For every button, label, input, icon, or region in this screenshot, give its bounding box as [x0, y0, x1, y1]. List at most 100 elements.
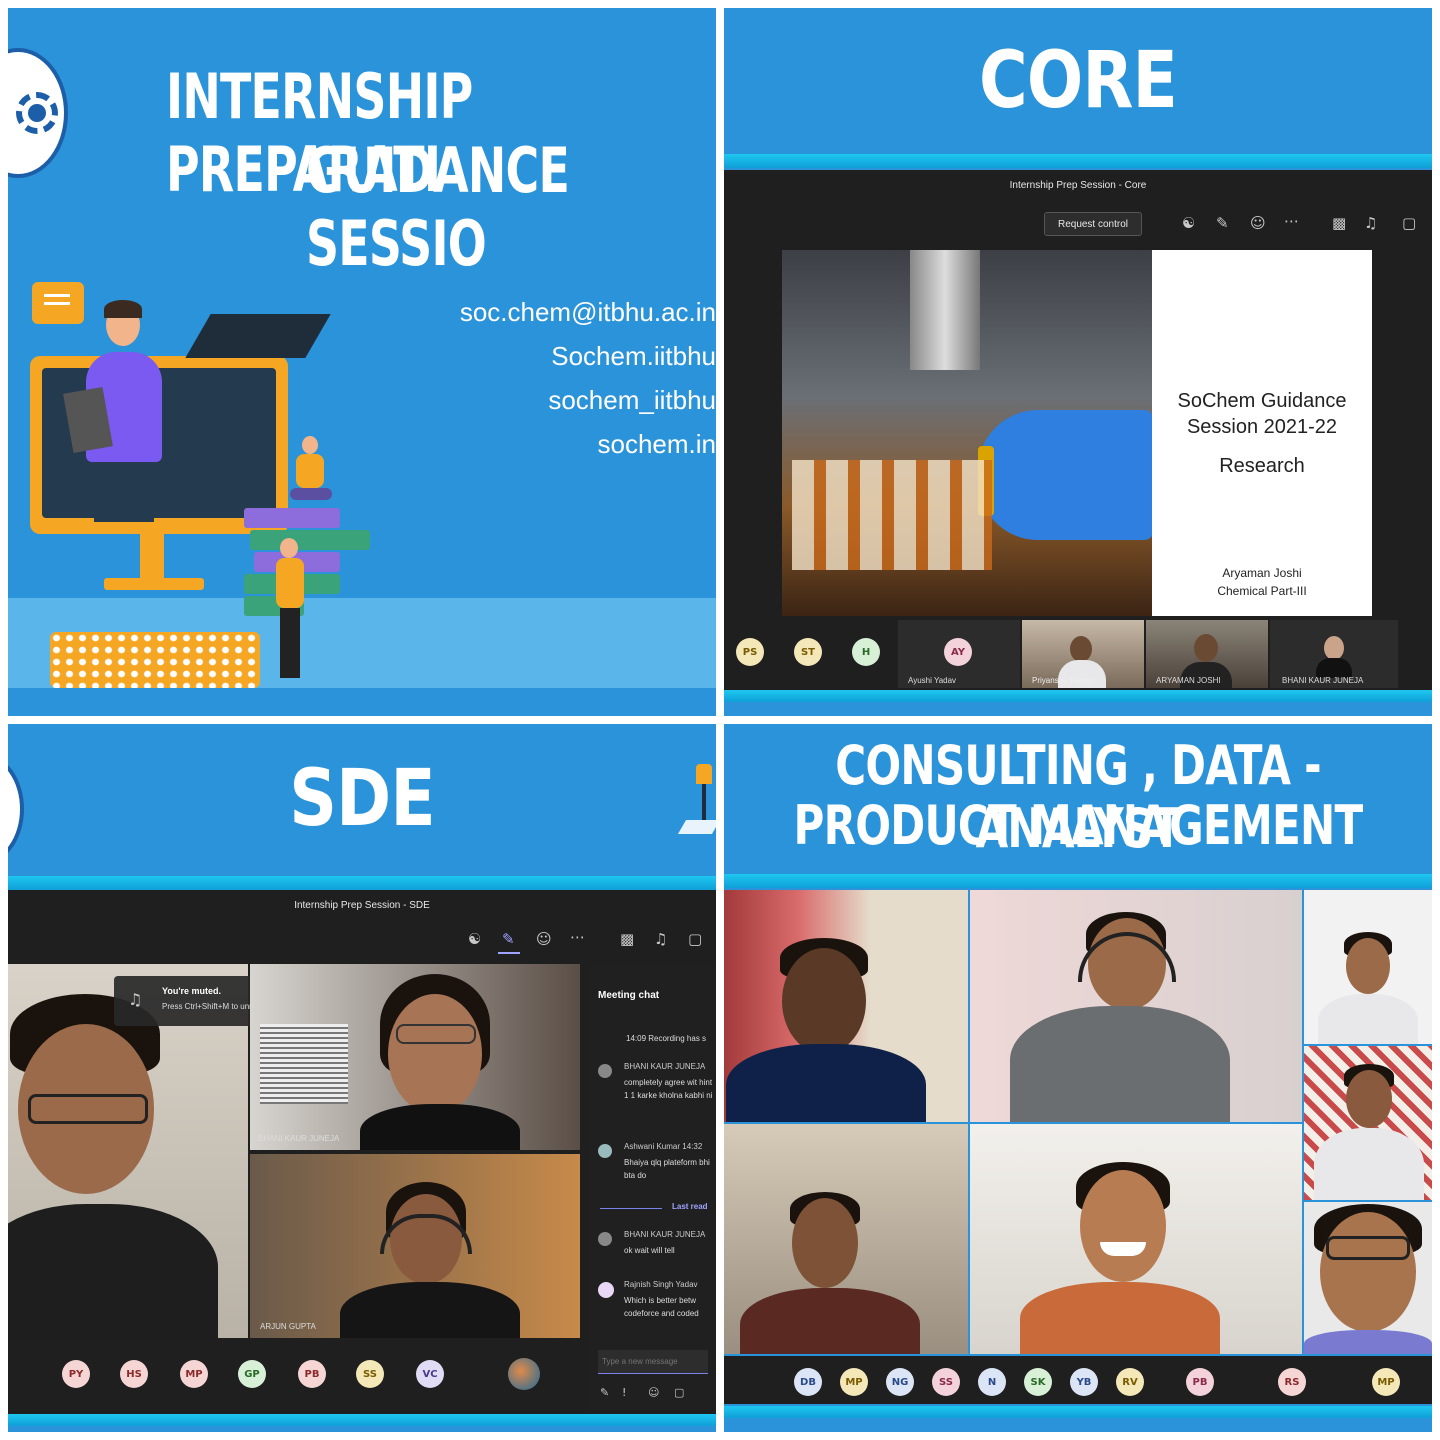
chat-author: Rajnish Singh Yadav	[624, 1280, 698, 1289]
participant-avatar[interactable]: SK	[1024, 1368, 1052, 1396]
participant-tile[interactable]: Priyanshu Ranjan	[1022, 620, 1144, 688]
participant-avatar[interactable]: RS	[1278, 1368, 1306, 1396]
consulting-panel: CONSULTING , DATA - ANALYST PRODUCT MANA…	[724, 724, 1432, 1432]
reactions-icon[interactable]: ☺	[536, 930, 552, 948]
sde-title-stripe	[8, 876, 716, 890]
chat-author: BHANI KAUR JUNEJA	[624, 1230, 706, 1239]
meeting-chat-panel: Meeting chat 14:09 Recording has s BHANI…	[588, 964, 716, 1338]
participant-name: ARYAMAN JOSHI	[1156, 676, 1221, 685]
consulting-video-tile[interactable]	[1304, 1202, 1432, 1354]
participant-avatar[interactable]: GP	[238, 1360, 266, 1388]
chat-text: Which is better betw codeforce and coded	[624, 1296, 699, 1318]
chat-input-area: ✎ ! ☺ ▢	[588, 1338, 716, 1414]
chat-icon[interactable]: ✎	[502, 930, 515, 948]
more-options-icon[interactable]: ⋯	[570, 928, 585, 946]
sde-video-tile[interactable]: BHANI KAUR JUNEJA	[250, 964, 580, 1150]
consulting-title-line2: PRODUCT MANAGEMENT	[793, 794, 1364, 857]
slide-subtitle: Research	[1219, 455, 1305, 477]
participant-avatar[interactable]: RV	[1116, 1368, 1144, 1396]
participant-avatar[interactable]: ST	[794, 638, 822, 666]
participant-avatar[interactable]: MP	[180, 1360, 208, 1388]
participant-avatar[interactable]: PB	[298, 1360, 326, 1388]
chat-header: Meeting chat	[598, 990, 660, 1001]
participant-avatar[interactable]: SS	[356, 1360, 384, 1388]
slide-author-detail: Chemical Part-III	[1217, 584, 1307, 598]
books-illustration	[244, 508, 384, 618]
chat-avatar	[598, 1144, 612, 1158]
participant-avatar[interactable]: PB	[1186, 1368, 1214, 1396]
participant-avatar[interactable]: PS	[736, 638, 764, 666]
reactions-icon[interactable]: ☺	[1250, 214, 1266, 232]
participant-avatar[interactable]: PY	[62, 1360, 90, 1388]
recording-notice: 14:09 Recording has s	[626, 1034, 707, 1043]
participant-avatar[interactable]: MP	[840, 1368, 868, 1396]
participant-avatar[interactable]: YB	[1070, 1368, 1098, 1396]
consulting-video-tile[interactable]	[724, 890, 968, 1122]
core-bottom-stripe	[724, 690, 1432, 702]
muted-title: You're muted.	[162, 986, 221, 996]
sde-chat-underline	[498, 952, 520, 954]
request-control-button[interactable]: Request control	[1044, 212, 1142, 236]
contact-instagram: sochem_iitbhu	[548, 385, 716, 415]
chat-text: ok wait will tell	[624, 1246, 675, 1255]
core-slide-text-area: SoChem Guidance Session 2021-22 Research…	[1152, 250, 1372, 616]
chat-text: completely agree wit hint 1 1 karke khol…	[624, 1078, 713, 1100]
camera-off-icon[interactable]: ▩	[620, 930, 634, 948]
participant-avatar[interactable]: VC	[416, 1360, 444, 1388]
participant-photo-avatar[interactable]	[508, 1358, 540, 1390]
bottles-illustration	[792, 460, 992, 570]
participant-avatar[interactable]: H	[852, 638, 880, 666]
contact-email: soc.chem@itbhu.ac.in	[459, 297, 716, 327]
consulting-video-tile[interactable]	[970, 1124, 1302, 1354]
slide-author: Aryaman Joshi	[1222, 566, 1302, 580]
sde-bottom-stripe	[8, 1414, 716, 1426]
consulting-video-tile[interactable]	[1304, 890, 1432, 1044]
participant-avatar[interactable]: DB	[794, 1368, 822, 1396]
contact-list: soc.chem@itbhu.ac.in Sochem.iitbhu soche…	[416, 290, 716, 466]
student-illustration	[270, 538, 310, 688]
participant-tile[interactable]: BHANI KAUR JUNEJA	[1270, 620, 1398, 688]
sde-video-tile[interactable]: ARJUN GUPTA	[250, 1154, 580, 1338]
format-icon[interactable]: ✎	[600, 1386, 609, 1399]
share-screen-icon[interactable]: ▢	[688, 930, 702, 948]
gif-icon[interactable]: ▢	[674, 1386, 684, 1399]
chat-icon[interactable]: ✎	[1216, 214, 1229, 232]
window-blind-illustration	[260, 1024, 348, 1104]
attach-icon[interactable]: !	[622, 1386, 626, 1399]
monitor-base	[104, 578, 204, 590]
participant-avatar[interactable]: NG	[886, 1368, 914, 1396]
consulting-video-tile[interactable]	[970, 890, 1302, 1122]
chat-author: Ashwani Kumar 14:32	[624, 1142, 703, 1151]
emoji-icon[interactable]: ☺	[648, 1386, 659, 1399]
chat-avatar	[598, 1232, 612, 1246]
slide-title-line2: Session 2021-22	[1186, 416, 1338, 438]
glove-hand-illustration	[978, 410, 1154, 540]
participants-icon[interactable]: ☯	[468, 930, 481, 948]
consulting-title-stripe	[724, 874, 1432, 888]
share-screen-icon[interactable]: ▢	[1402, 214, 1416, 232]
chat-message-input[interactable]	[598, 1350, 708, 1374]
consulting-video-tile[interactable]	[724, 1124, 968, 1354]
mic-off-icon[interactable]: ♫	[1364, 214, 1377, 232]
society-logo-partial	[8, 754, 24, 864]
participants-icon[interactable]: ☯	[1182, 214, 1195, 232]
lamp-illustration	[677, 764, 716, 834]
last-read-divider	[600, 1208, 662, 1209]
camera-off-icon[interactable]: ▩	[1332, 214, 1346, 232]
mic-off-icon[interactable]: ♫	[654, 930, 667, 948]
participant-tile[interactable]: AY Ayushi Yadav	[898, 620, 1020, 688]
teacher-illustration	[63, 300, 188, 544]
participant-avatar[interactable]: HS	[120, 1360, 148, 1388]
participant-avatar[interactable]: N	[978, 1368, 1006, 1396]
more-options-icon[interactable]: ⋯	[1284, 212, 1299, 230]
participant-avatar[interactable]: SS	[932, 1368, 960, 1396]
slide-title-line1: SoChem Guidance	[1177, 390, 1347, 412]
graduation-cap-icon	[185, 314, 331, 358]
participant-avatar[interactable]: MP	[1372, 1368, 1400, 1396]
consulting-video-tile[interactable]	[1304, 1046, 1432, 1200]
participant-tile[interactable]: ARYAMAN JOSHI	[1146, 620, 1268, 688]
consulting-bottom-stripe	[724, 1406, 1432, 1418]
intro-title-line2: GUIDANCE SESSIO	[306, 134, 570, 280]
chat-text: Bhaiya qlq plateform bhi bta do	[624, 1158, 710, 1180]
keyboard-illustration	[50, 632, 260, 688]
